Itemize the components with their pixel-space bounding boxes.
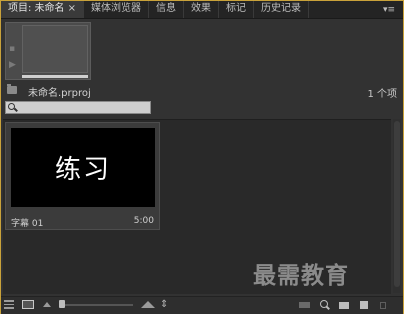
tab-markers[interactable]: 标记 [219,1,254,18]
trash-icon[interactable] [378,300,389,310]
folder-icon [7,84,17,94]
clip-thumbnail-text: 练习 [54,155,111,185]
bottom-toolbar: ⇕ [1,296,403,314]
preview-scrubber[interactable] [22,75,88,78]
vertical-scrollbar[interactable] [393,119,401,293]
new-item-icon[interactable] [359,300,370,310]
new-bin-icon[interactable] [339,300,350,310]
close-icon[interactable]: × [68,3,76,14]
tab-history[interactable]: 历史记录 [254,1,309,18]
project-panel: 项目: 未命名 × 媒体浏览器 信息 效果 标记 历史记录 ▾≡ ▪ ▶ 未命名.… [0,0,404,314]
tab-markers-label: 标记 [225,3,246,14]
search-box[interactable] [5,101,151,114]
zoom-in-icon[interactable] [141,301,155,308]
tab-project-label: 项目: 未命名 [8,3,65,14]
play-icon[interactable]: ▶ [9,61,19,70]
clip-item[interactable]: 练习 字幕 01 5:00 [5,122,160,230]
tab-info[interactable]: 信息 [149,1,184,18]
preview-area: ▪ ▶ [5,22,91,80]
watermark: 最需教育 [253,263,349,289]
clip-name: 字幕 01 [11,219,44,229]
search-input[interactable] [18,102,148,113]
tab-media-browser-label: 媒体浏览器 [90,3,141,14]
tab-info-label: 信息 [155,3,176,14]
tab-project[interactable]: 项目: 未命名 × [1,1,84,18]
zoom-slider[interactable] [59,304,133,306]
clip-duration: 5:00 [133,216,154,226]
list-view-icon[interactable] [4,300,14,309]
project-name: 未命名.prproj [28,88,91,99]
find-icon[interactable] [319,300,330,310]
zoom-out-icon[interactable] [43,302,51,307]
preview-thumbnail [22,25,88,73]
scrollbar-thumb[interactable] [394,121,400,287]
tab-history-label: 历史记录 [260,3,301,14]
clip-thumbnail: 练习 [11,128,155,207]
search-icon [8,103,15,110]
tab-media-browser[interactable]: 媒体浏览器 [84,1,149,18]
icon-view-icon[interactable] [22,300,34,309]
panel-menu-icon[interactable]: ▾≡ [375,1,403,18]
tab-effects[interactable]: 效果 [184,1,219,18]
automate-to-sequence-icon[interactable] [299,302,310,308]
zoom-slider-knob[interactable] [59,300,65,308]
sort-icon[interactable]: ⇕ [160,300,170,310]
item-count: 1 个项 [367,89,397,100]
tab-effects-label: 效果 [190,3,211,14]
poster-frame-icon[interactable]: ▪ [9,45,19,54]
tab-bar: 项目: 未命名 × 媒体浏览器 信息 效果 标记 历史记录 ▾≡ [1,1,403,19]
